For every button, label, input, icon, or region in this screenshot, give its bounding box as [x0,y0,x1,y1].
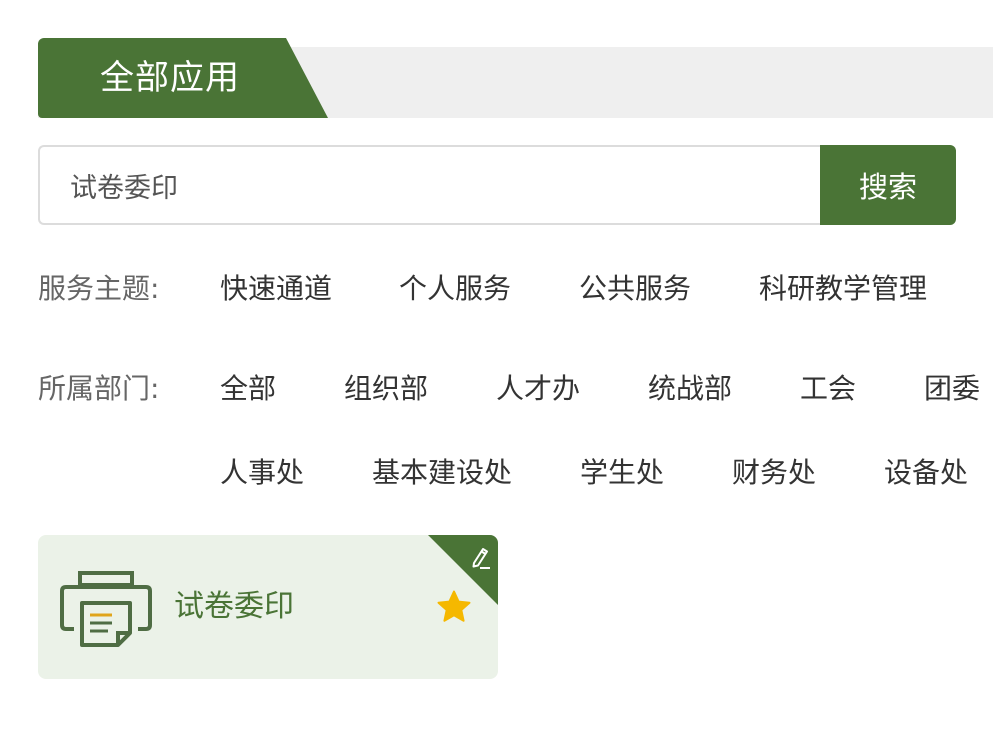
app-center-page: 全部应用 搜索 服务主题: 快速通道 个人服务 公共服务 科研教学管理 所属部门… [0,0,993,746]
dept-item-organization[interactable]: 组织部 [344,369,428,409]
dept-item-union[interactable]: 工会 [800,369,856,409]
dept-item-personnel[interactable]: 人事处 [220,453,304,493]
search-bar: 搜索 [38,145,956,225]
dept-item-equipment[interactable]: 设备处 [884,453,968,493]
dept-item-youth-league[interactable]: 团委 [924,369,980,409]
topic-item-personal-service[interactable]: 个人服务 [399,269,511,309]
section-header: 全部应用 [38,38,993,118]
department-label: 所属部门: [38,372,160,405]
printer-icon [60,571,152,647]
dept-item-finance[interactable]: 财务处 [732,453,816,493]
favorite-star-icon[interactable] [436,589,472,625]
pencil-icon[interactable] [466,543,494,571]
app-name: 试卷委印 [174,589,294,624]
all-apps-tab-label: 全部应用 [100,58,240,98]
dept-item-student-affairs[interactable]: 学生处 [580,453,664,493]
dept-item-all[interactable]: 全部 [220,369,276,409]
dept-item-construction[interactable]: 基本建设处 [372,453,512,493]
dept-item-united-front[interactable]: 统战部 [648,369,732,409]
topic-item-fast-track[interactable]: 快速通道 [220,269,332,309]
search-input[interactable] [38,145,822,225]
topic-item-public-service[interactable]: 公共服务 [579,269,691,309]
app-card[interactable]: 试卷委印 [38,535,498,679]
search-button[interactable]: 搜索 [820,145,956,225]
service-topic-label: 服务主题: [38,272,160,305]
dept-item-talent-office[interactable]: 人才办 [496,369,580,409]
topic-item-research-teaching[interactable]: 科研教学管理 [759,269,927,309]
